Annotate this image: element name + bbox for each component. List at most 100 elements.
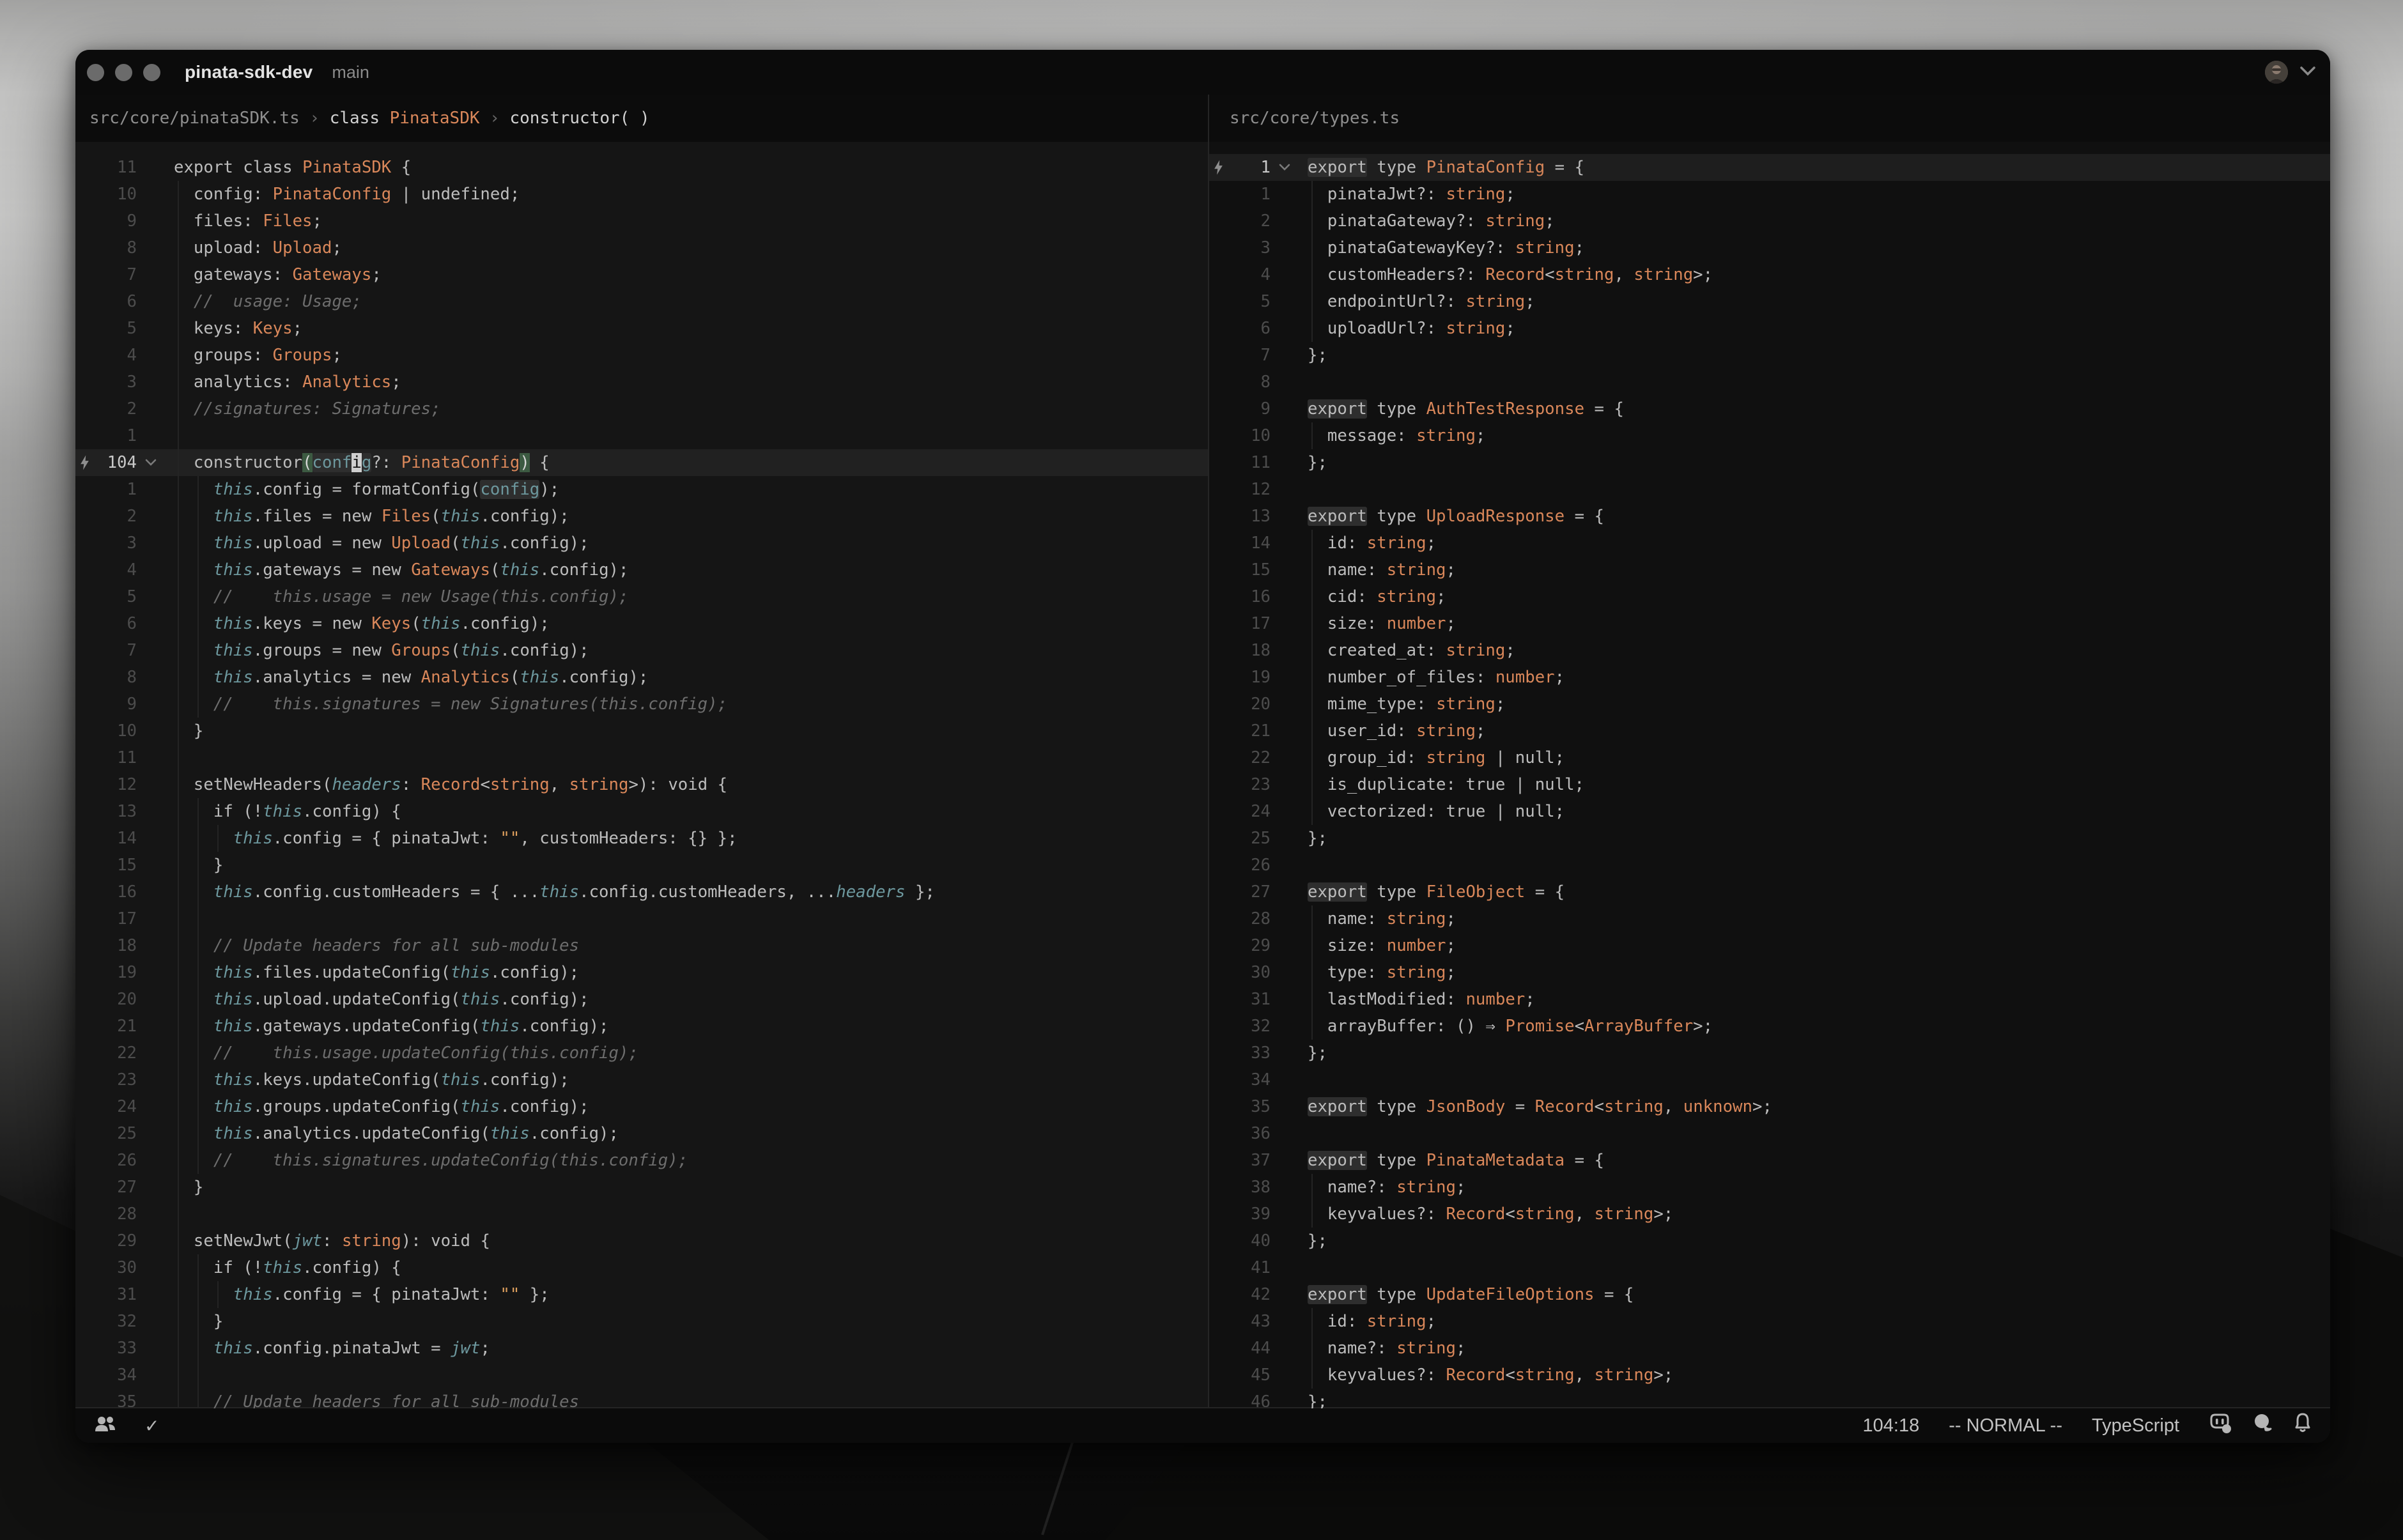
code-row[interactable]: 15 name: string;: [1209, 557, 2330, 583]
fold-chevron-icon[interactable]: [137, 449, 165, 476]
close-button[interactable]: [87, 64, 104, 81]
fold-chevron-icon[interactable]: [1271, 154, 1299, 181]
code-row[interactable]: 28 name: string;: [1209, 905, 2330, 932]
code-row[interactable]: 6 // usage: Usage;: [75, 288, 1208, 315]
breadcrumb-right[interactable]: src/core/types.ts: [1230, 95, 1400, 142]
code-row[interactable]: 46};: [1209, 1389, 2330, 1408]
code-row[interactable]: 10 message: string;: [1209, 422, 2330, 449]
code-row[interactable]: 7};: [1209, 342, 2330, 369]
code-row[interactable]: 20 mime_type: string;: [1209, 691, 2330, 718]
code-row[interactable]: 19 number_of_files: number;: [1209, 664, 2330, 691]
code-row[interactable]: 3 this.upload = new Upload(this.config);: [75, 530, 1208, 557]
code-row[interactable]: 40};: [1209, 1228, 2330, 1254]
code-row[interactable]: 37export type PinataMetadata = {: [1209, 1147, 2330, 1174]
code-row[interactable]: 38 name?: string;: [1209, 1174, 2330, 1201]
code-row[interactable]: 26 // this.signatures.updateConfig(this.…: [75, 1147, 1208, 1174]
code-row[interactable]: 35 // Update headers for all sub-modules: [75, 1389, 1208, 1408]
check-icon[interactable]: ✓: [144, 1415, 159, 1436]
code-row[interactable]: 23 this.keys.updateConfig(this.config);: [75, 1066, 1208, 1093]
code-row[interactable]: 14 this.config = { pinataJwt: "", custom…: [75, 825, 1208, 852]
people-icon[interactable]: [95, 1415, 116, 1437]
code-row[interactable]: 31 lastModified: number;: [1209, 986, 2330, 1013]
code-row[interactable]: 11: [75, 744, 1208, 771]
code-row[interactable]: 11};: [1209, 449, 2330, 476]
code-row[interactable]: 30 if (!this.config) {: [75, 1254, 1208, 1281]
code-row[interactable]: 2 //signatures: Signatures;: [75, 396, 1208, 422]
code-row[interactable]: 7 this.groups = new Groups(this.config);: [75, 637, 1208, 664]
code-row[interactable]: 36: [1209, 1120, 2330, 1147]
code-row[interactable]: 10 config: PinataConfig | undefined;: [75, 181, 1208, 208]
code-row[interactable]: 39 keyvalues?: Record<string, string>;: [1209, 1201, 2330, 1228]
code-row[interactable]: 27 }: [75, 1174, 1208, 1201]
editor-right-pane[interactable]: 1export type PinataConfig = {1 pinataJwt…: [1209, 142, 2330, 1408]
code-row[interactable]: 29 size: number;: [1209, 932, 2330, 959]
code-row[interactable]: 32 arrayBuffer: () ⇒ Promise<ArrayBuffer…: [1209, 1013, 2330, 1040]
code-row[interactable]: 13 if (!this.config) {: [75, 798, 1208, 825]
pane-separator[interactable]: [1208, 95, 1209, 1408]
code-row[interactable]: 1 this.config = formatConfig(config);: [75, 476, 1208, 503]
chevron-down-icon[interactable]: [2298, 65, 2317, 80]
code-row[interactable]: 8: [1209, 369, 2330, 396]
code-row[interactable]: 10 }: [75, 718, 1208, 744]
code-row[interactable]: 19 this.files.updateConfig(this.config);: [75, 959, 1208, 986]
code-row[interactable]: 32 }: [75, 1308, 1208, 1335]
code-row[interactable]: 14 id: string;: [1209, 530, 2330, 557]
code-row[interactable]: 15 }: [75, 852, 1208, 879]
code-row[interactable]: 25 this.analytics.updateConfig(this.conf…: [75, 1120, 1208, 1147]
code-row[interactable]: 23 is_duplicate: true | null;: [1209, 771, 2330, 798]
code-row[interactable]: 17 size: number;: [1209, 610, 2330, 637]
code-row[interactable]: 22 group_id: string | null;: [1209, 744, 2330, 771]
code-row[interactable]: 1: [75, 422, 1208, 449]
code-row[interactable]: 4 this.gateways = new Gateways(this.conf…: [75, 557, 1208, 583]
minimize-button[interactable]: [115, 64, 132, 81]
code-row[interactable]: 4 groups: Groups;: [75, 342, 1208, 369]
code-row[interactable]: 3 pinataGatewayKey?: string;: [1209, 235, 2330, 261]
copilot-icon[interactable]: [2209, 1412, 2233, 1439]
code-row[interactable]: 28: [75, 1201, 1208, 1228]
code-row[interactable]: 6 this.keys = new Keys(this.config);: [75, 610, 1208, 637]
code-row[interactable]: 21 user_id: string;: [1209, 718, 2330, 744]
code-row[interactable]: 31 this.config = { pinataJwt: "" };: [75, 1281, 1208, 1308]
zoom-button[interactable]: [143, 64, 160, 81]
code-row[interactable]: 41: [1209, 1254, 2330, 1281]
code-row[interactable]: 9 // this.signatures = new Signatures(th…: [75, 691, 1208, 718]
code-row[interactable]: 5 keys: Keys;: [75, 315, 1208, 342]
chat-icon[interactable]: [2252, 1412, 2274, 1439]
code-row[interactable]: 25};: [1209, 825, 2330, 852]
code-row[interactable]: 34: [75, 1362, 1208, 1389]
code-row[interactable]: 6 uploadUrl?: string;: [1209, 315, 2330, 342]
code-row[interactable]: 33 this.config.pinataJwt = jwt;: [75, 1335, 1208, 1362]
code-row[interactable]: 9 files: Files;: [75, 208, 1208, 235]
code-row[interactable]: 12 setNewHeaders(headers: Record<string,…: [75, 771, 1208, 798]
code-row[interactable]: 29 setNewJwt(jwt: string): void {: [75, 1228, 1208, 1254]
code-row[interactable]: 44 name?: string;: [1209, 1335, 2330, 1362]
code-row[interactable]: 20 this.upload.updateConfig(this.config)…: [75, 986, 1208, 1013]
code-row[interactable]: 16 cid: string;: [1209, 583, 2330, 610]
code-row[interactable]: 24 this.groups.updateConfig(this.config)…: [75, 1093, 1208, 1120]
code-row[interactable]: 5 endpointUrl?: string;: [1209, 288, 2330, 315]
code-row[interactable]: 5 // this.usage = new Usage(this.config)…: [75, 583, 1208, 610]
code-row[interactable]: 30 type: string;: [1209, 959, 2330, 986]
code-row[interactable]: 27export type FileObject = {: [1209, 879, 2330, 905]
code-row[interactable]: 1 pinataJwt?: string;: [1209, 181, 2330, 208]
code-row[interactable]: 2 this.files = new Files(this.config);: [75, 503, 1208, 530]
code-row[interactable]: 12: [1209, 476, 2330, 503]
code-row[interactable]: 33};: [1209, 1040, 2330, 1066]
code-row[interactable]: 17: [75, 905, 1208, 932]
code-row[interactable]: 18 created_at: string;: [1209, 637, 2330, 664]
code-row[interactable]: 21 this.gateways.updateConfig(this.confi…: [75, 1013, 1208, 1040]
code-row[interactable]: 34: [1209, 1066, 2330, 1093]
code-row[interactable]: 16 this.config.customHeaders = { ...this…: [75, 879, 1208, 905]
code-row[interactable]: 13export type UploadResponse = {: [1209, 503, 2330, 530]
code-row[interactable]: 1export type PinataConfig = {: [1209, 154, 2330, 181]
avatar[interactable]: [2265, 61, 2288, 84]
code-row[interactable]: 8 this.analytics = new Analytics(this.co…: [75, 664, 1208, 691]
editor-left-pane[interactable]: 11export class PinataSDK {10 config: Pin…: [75, 142, 1208, 1408]
code-row[interactable]: 11export class PinataSDK {: [75, 154, 1208, 181]
code-row[interactable]: 22 // this.usage.updateConfig(this.confi…: [75, 1040, 1208, 1066]
code-row[interactable]: 35export type JsonBody = Record<string, …: [1209, 1093, 2330, 1120]
code-row[interactable]: 104 constructor(config?: PinataConfig) {: [75, 449, 1208, 476]
code-row[interactable]: 42export type UpdateFileOptions = {: [1209, 1281, 2330, 1308]
code-row[interactable]: 7 gateways: Gateways;: [75, 261, 1208, 288]
code-row[interactable]: 24 vectorized: true | null;: [1209, 798, 2330, 825]
